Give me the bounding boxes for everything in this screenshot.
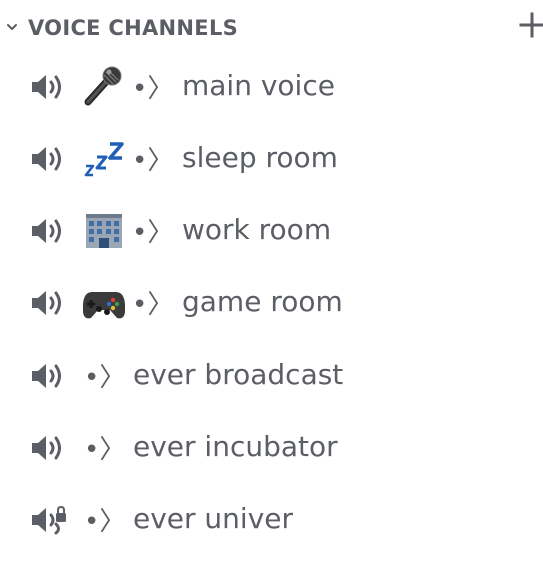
zzz-icon [84,142,124,177]
channel-name: ever univer [133,502,294,535]
locked-speaker-icon [32,505,66,535]
channel-name: sleep room [182,141,338,174]
channel-separator: •〉 [84,435,126,465]
channel-separator: •〉 [132,218,174,248]
voice-channel-ever-univer[interactable]: •〉 ever univer [0,491,543,547]
voice-channel-ever-incubator[interactable]: •〉 ever incubator [0,419,543,475]
game-controller-icon [83,292,125,319]
voice-channels-panel: VOICE CHANNELS •〉 main voice •〉 sleep ro… [0,0,543,561]
channel-name: game room [182,285,343,318]
speaker-icon [32,75,61,99]
chevron-down-icon[interactable] [4,19,20,35]
voice-channel-game-room[interactable]: •〉 game room [0,274,543,330]
speaker-icon [32,436,61,460]
channel-separator: •〉 [84,363,126,393]
microphone-icon [84,66,122,106]
plus-icon[interactable] [519,12,543,38]
channel-separator: •〉 [132,290,174,320]
channel-name: ever incubator [133,430,338,463]
channel-separator: •〉 [132,146,174,176]
voice-channel-sleep-room[interactable]: •〉 sleep room [0,130,543,186]
voice-channel-work-room[interactable]: •〉 work room [0,202,543,258]
office-building-icon [86,214,122,248]
channel-name: main voice [182,69,335,102]
speaker-icon [32,219,61,243]
voice-channel-ever-broadcast[interactable]: •〉 ever broadcast [0,347,543,403]
speaker-icon [32,291,61,315]
speaker-icon [32,364,61,388]
category-title[interactable]: VOICE CHANNELS [28,16,238,40]
voice-channel-main-voice[interactable]: •〉 main voice [0,58,543,114]
speaker-icon [32,147,61,171]
channel-name: work room [182,213,332,246]
channel-separator: •〉 [132,74,174,104]
voice-channels-category-header[interactable]: VOICE CHANNELS [0,8,543,48]
channel-separator: •〉 [84,507,126,537]
channel-name: ever broadcast [133,358,344,391]
